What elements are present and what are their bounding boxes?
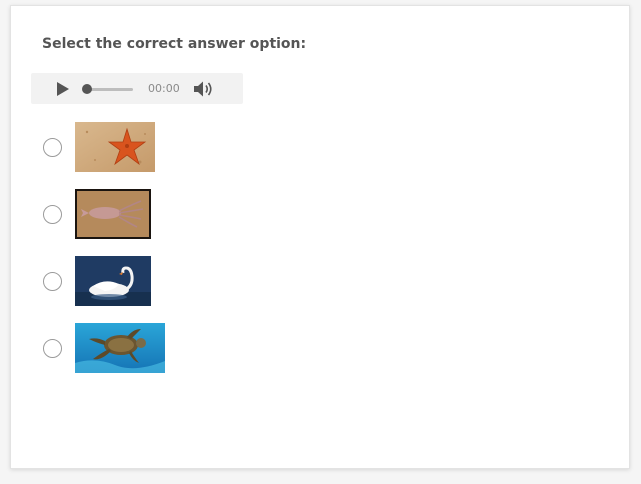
audio-progress-track[interactable] [87, 88, 133, 91]
audio-current-time: 00:00 [148, 82, 180, 95]
radio-option-1[interactable] [43, 137, 62, 157]
answer-option-2[interactable] [43, 188, 151, 240]
question-prompt: Select the correct answer option: [42, 36, 307, 52]
play-icon[interactable] [57, 82, 69, 96]
radio-option-4[interactable] [43, 338, 62, 358]
squid-image[interactable] [75, 189, 151, 239]
question-card: Select the correct answer option: 00:00 [10, 5, 630, 469]
swan-image[interactable] [75, 256, 151, 306]
radio-option-3[interactable] [43, 271, 62, 291]
radio-option-2[interactable] [43, 204, 62, 224]
sea-turtle-image[interactable] [75, 323, 165, 373]
volume-icon[interactable] [193, 80, 215, 98]
answer-option-1[interactable] [43, 121, 155, 173]
starfish-image[interactable] [75, 122, 155, 172]
answer-option-4[interactable] [43, 322, 165, 374]
audio-progress-thumb[interactable] [82, 84, 92, 94]
audio-player: 00:00 [31, 73, 243, 104]
answer-option-3[interactable] [43, 255, 151, 307]
